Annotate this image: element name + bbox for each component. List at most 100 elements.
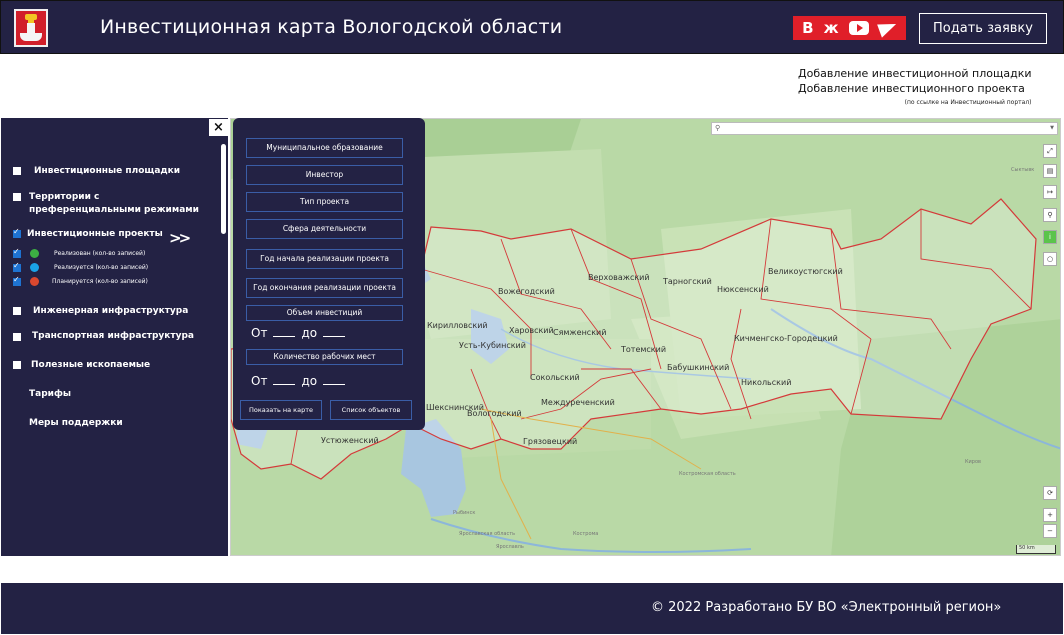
filter-project-type-button[interactable]: Тип проекта <box>246 192 403 212</box>
refresh-icon[interactable]: ⟳ <box>1043 486 1057 500</box>
layer-engineering-infrastructure[interactable]: Инженерная инфраструктура <box>33 306 188 316</box>
district-label: Шекснинский <box>426 403 484 412</box>
filter-panel: Муниципальное образование Инвестор Тип п… <box>233 118 425 430</box>
telegram-icon[interactable] <box>877 18 899 38</box>
place-label: Киров <box>965 459 981 465</box>
hand-with-sword-icon <box>20 33 42 41</box>
map-scale: 50 km <box>1016 545 1056 554</box>
footer-copyright: © 2022 Разработано БУ ВО «Электронный ре… <box>651 600 1002 615</box>
district-label: Междуреченский <box>541 398 615 407</box>
sidebar-scrollbar[interactable] <box>221 144 226 234</box>
info-icon[interactable]: i <box>1043 230 1057 244</box>
district-label: Нюксенский <box>717 285 769 294</box>
district-label: Устюженский <box>321 436 379 445</box>
social-links: В ж <box>793 16 906 40</box>
objects-list-button[interactable]: Список объектов <box>330 400 412 420</box>
range-from-label: От <box>251 374 268 388</box>
district-label: Верховажский <box>588 273 650 282</box>
place-label: Ярославская область <box>459 531 516 537</box>
district-label: Усть-Кубинский <box>459 341 526 350</box>
header: Инвестиционная карта Вологодской области… <box>0 0 1064 54</box>
location-pin-icon: ⚲ <box>715 124 721 132</box>
district-label: Тарногский <box>663 277 712 286</box>
portal-note: (по ссылке на Инвестиционный портал) <box>904 99 1032 106</box>
place-label: Ярославль <box>496 544 524 550</box>
workers-from-input[interactable] <box>273 375 296 385</box>
region-coat-of-arms-logo[interactable] <box>14 9 48 47</box>
layer-investment-sites[interactable]: Инвестиционные площадки <box>34 166 180 176</box>
place-label: Сыктывк <box>1011 167 1035 173</box>
range-from-label: От <box>251 326 268 340</box>
district-label: Кирилловский <box>427 321 488 330</box>
place-label: Кострома <box>573 531 599 537</box>
add-investment-project-link[interactable]: Добавление инвестиционного проекта <box>798 81 1032 96</box>
close-icon[interactable]: × <box>209 119 228 136</box>
checkbox-minerals[interactable] <box>13 361 21 369</box>
status-in-progress-label: Реализуется (кол-во записей) <box>54 264 149 271</box>
add-investment-site-link[interactable]: Добавление инвестиционной площадки <box>798 66 1032 81</box>
range-to-label: до <box>301 326 318 340</box>
filter-investor-button[interactable]: Инвестор <box>246 165 403 185</box>
layers-sidebar: × Инвестиционные площадки Территории с п… <box>1 118 228 556</box>
fullscreen-icon[interactable]: ⤢ <box>1043 144 1057 158</box>
map-search-input[interactable]: ⚲ ▼ <box>711 122 1058 135</box>
vk-icon[interactable]: В <box>802 16 813 40</box>
checkbox-status-in-progress[interactable] <box>13 261 21 272</box>
range-to-label: до <box>301 374 318 388</box>
expand-arrows-icon[interactable]: >> <box>169 229 191 247</box>
layer-tariffs[interactable]: Тарифы <box>29 389 71 399</box>
youtube-icon[interactable] <box>848 21 869 35</box>
checkbox-status-completed[interactable] <box>13 247 21 258</box>
checkbox-investment-projects[interactable] <box>13 227 21 238</box>
checkbox-preferential-territories[interactable] <box>13 193 21 201</box>
checkbox-investment-sites[interactable] <box>13 167 21 175</box>
place-label: Рыбинск <box>453 510 476 516</box>
layer-support-measures[interactable]: Меры поддержки <box>29 418 123 428</box>
submit-application-button[interactable]: Подать заявку <box>919 13 1047 44</box>
workers-range: От до <box>251 374 351 388</box>
district-label: Кичменгско-Городецкий <box>734 334 838 343</box>
status-planned-dot <box>30 277 39 286</box>
checkbox-transport-infrastructure[interactable] <box>13 333 21 341</box>
status-in-progress-dot <box>30 263 39 272</box>
chevron-down-icon[interactable]: ▼ <box>1050 125 1054 131</box>
ok-icon[interactable]: ж <box>824 16 839 40</box>
place-label: Костромская область <box>679 471 736 477</box>
district-label: Харовский <box>509 326 554 335</box>
district-label: Сокольский <box>530 373 580 382</box>
app-title: Инвестиционная карта Вологодской области <box>100 16 563 38</box>
district-label: Никольский <box>741 378 792 387</box>
filter-activity-sphere-button[interactable]: Сфера деятельности <box>246 219 403 239</box>
workers-to-input[interactable] <box>323 375 346 385</box>
district-label: Грязовецкий <box>523 437 578 446</box>
layer-transport-infrastructure[interactable]: Транспортная инфраструктура <box>32 331 194 341</box>
district-label: Бабушкинский <box>667 363 730 372</box>
footer: © 2022 Разработано БУ ВО «Электронный ре… <box>1 583 1063 634</box>
filter-end-year-button[interactable]: Год окончания реализации проекта <box>246 278 403 298</box>
zoom-out-button[interactable]: − <box>1043 524 1057 538</box>
show-on-map-button[interactable]: Показать на карте <box>240 400 322 420</box>
layer-preferential-territories[interactable]: Территории с преференциальными режимами <box>29 191 209 217</box>
district-label: Тотемский <box>621 345 667 354</box>
layer-minerals[interactable]: Полезные ископаемые <box>31 360 150 370</box>
filter-municipality-button[interactable]: Муниципальное образование <box>246 138 403 158</box>
locate-icon[interactable]: ⚲ <box>1043 208 1057 222</box>
checkbox-status-planned[interactable] <box>13 275 21 286</box>
layers-icon[interactable]: ▤ <box>1043 164 1057 178</box>
zoom-in-button[interactable]: + <box>1043 508 1057 522</box>
status-completed-dot <box>30 249 39 258</box>
layer-investment-projects[interactable]: Инвестиционные проекты <box>27 229 163 239</box>
investment-range: От до <box>251 326 351 340</box>
status-planned-label: Планируется (кол-во записей) <box>52 278 148 285</box>
filter-start-year-button[interactable]: Год начала реализации проекта <box>246 249 403 269</box>
add-links: Добавление инвестиционной площадки Добав… <box>798 66 1032 110</box>
investment-from-input[interactable] <box>273 327 296 337</box>
circle-icon[interactable]: ○ <box>1043 252 1057 266</box>
investment-to-input[interactable] <box>323 327 346 337</box>
ruler-icon[interactable]: ↦ <box>1043 185 1057 199</box>
status-completed-label: Реализован (кол-во записей) <box>54 250 146 257</box>
filter-workers-button[interactable]: Количество рабочих мест <box>246 349 403 365</box>
filter-investment-volume-button[interactable]: Объем инвестиций <box>246 305 403 321</box>
checkbox-engineering-infrastructure[interactable] <box>13 307 21 315</box>
district-label: Великоустюгский <box>768 267 843 276</box>
